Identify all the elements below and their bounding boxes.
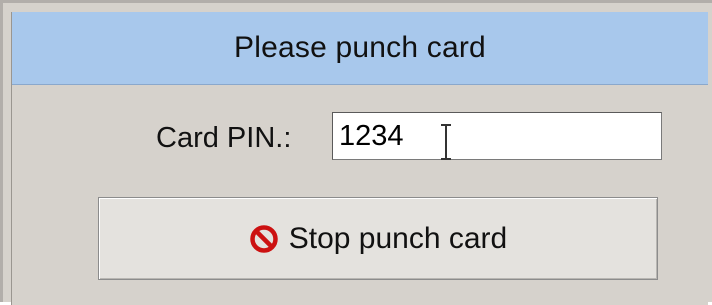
card-pin-label: Card PIN.:	[156, 122, 292, 154]
dialog-body: Please punch card Card PIN.: Stop punch …	[11, 12, 708, 305]
no-entry-icon	[250, 224, 278, 253]
stop-punch-card-label: Stop punch card	[288, 221, 508, 255]
card-pin-input[interactable]	[332, 112, 662, 160]
card-pin-row: Card PIN.:	[12, 112, 708, 162]
stop-punch-card-button[interactable]: Stop punch card	[98, 197, 658, 280]
dialog-title: Please punch card	[234, 31, 486, 64]
text-cursor-icon	[441, 124, 451, 160]
punch-card-dialog: Please punch card Card PIN.: Stop punch …	[0, 0, 712, 305]
dialog-title-bar: Please punch card	[12, 12, 708, 85]
